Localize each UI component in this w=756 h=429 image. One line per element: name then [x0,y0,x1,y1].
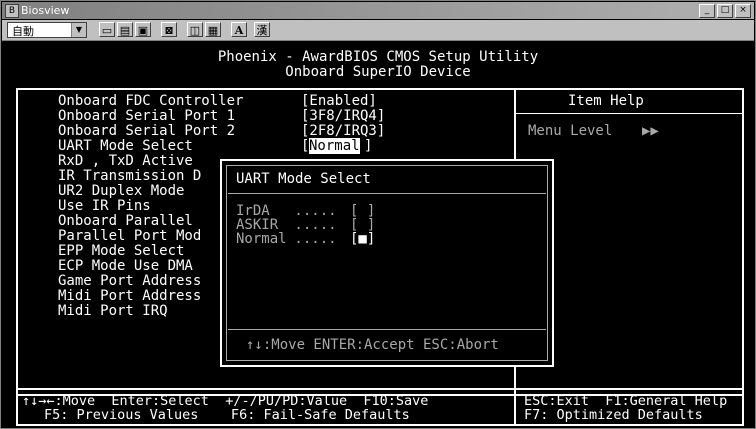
setting-label[interactable]: Onboard Serial Port 2 [58,123,235,139]
bios-icon: B [5,4,19,18]
option-normal[interactable]: Normal [236,231,287,247]
setting-label[interactable]: Use IR Pins [58,198,151,214]
maximize-button[interactable]: □ [717,4,733,18]
input-mode-select[interactable]: 自動 ▼ [7,22,87,38]
setting-label[interactable]: UR2 Duplex Mode [58,183,184,199]
copy-icon[interactable]: ▭ [99,22,115,37]
clipboard-icon[interactable]: ▣ [135,22,151,37]
minimize-button[interactable]: _ [699,4,715,18]
item-help-title: Item Help [568,93,644,109]
settings-icon[interactable]: ◫ [187,22,203,37]
setting-label[interactable]: Onboard FDC Controller [58,93,243,109]
dialog-footer: ↑↓:Move ENTER:Accept ESC:Abort [246,337,499,353]
key-help-line2: F5: Previous Values F6: Fail-Safe Defaul… [44,407,410,423]
biosview-window: B Biosview _ □ × 自動 ▼ ▭ ▤ ▣ ⊠ ◫ ▦ A 漢 Ph… [0,0,756,429]
title-bar[interactable]: B Biosview _ □ × [2,2,754,19]
utility-title: Phoenix - AwardBIOS CMOS Setup Utility [217,49,539,65]
setting-value[interactable]: [2F8/IRQ3] [301,123,385,139]
toolbar: 自動 ▼ ▭ ▤ ▣ ⊠ ◫ ▦ A 漢 [2,20,754,41]
setting-label[interactable]: UART Mode Select [58,138,193,154]
setting-label[interactable]: EPP Mode Select [58,243,184,259]
window-icon[interactable]: ▦ [205,22,221,37]
fullscreen-icon[interactable]: ⊠ [161,22,177,37]
dialog-divider [228,193,546,194]
uart-bracket-close: ] [364,138,373,154]
font-icon[interactable]: A [231,22,247,37]
page-title: Onboard SuperIO Device [285,64,471,80]
setting-label[interactable]: Game Port Address [58,273,201,289]
option-checkbox-selected[interactable]: [■] [350,231,375,247]
setting-value[interactable]: [3F8/IRQ4] [301,108,385,124]
bios-screen: Phoenix - AwardBIOS CMOS Setup Utility O… [2,41,754,427]
dialog-frame [226,165,548,361]
setting-label[interactable]: IR Transmission D [58,168,201,184]
setting-label[interactable]: Midi Port Address [58,288,201,304]
paste-icon[interactable]: ▤ [117,22,133,37]
setting-label[interactable]: ECP Mode Use DMA [58,258,193,274]
menu-level-arrows: ▶▶ [642,123,659,139]
input-mode-value: 自動 [12,25,34,38]
setting-label[interactable]: RxD , TxD Active [58,153,193,169]
dialog-footer-divider [228,329,546,330]
window-title: Biosview [21,4,70,17]
setting-value[interactable]: [Enabled] [301,93,377,109]
setting-label[interactable]: Onboard Serial Port 1 [58,108,235,124]
chevron-down-icon[interactable]: ▼ [71,23,86,37]
close-button[interactable]: × [735,4,751,18]
uart-mode-dialog: UART Mode Select IrDA ..... [ ] ASKIR ..… [220,159,554,367]
setting-label[interactable]: Midi Port IRQ [58,303,168,319]
selected-setting-value[interactable]: Normal [309,138,360,154]
menu-level-label: Menu Level [528,123,613,139]
setting-label[interactable]: Onboard Parallel [58,213,193,229]
option-dots: ..... [286,231,346,247]
dialog-title: UART Mode Select [236,171,371,187]
key-help-line2-right: F7: Optimized Defaults [524,407,703,423]
kanji-icon[interactable]: 漢 [254,22,270,37]
help-divider [516,113,742,114]
setting-label[interactable]: Parallel Port Mod [58,228,201,244]
key-help-divider [514,390,516,424]
